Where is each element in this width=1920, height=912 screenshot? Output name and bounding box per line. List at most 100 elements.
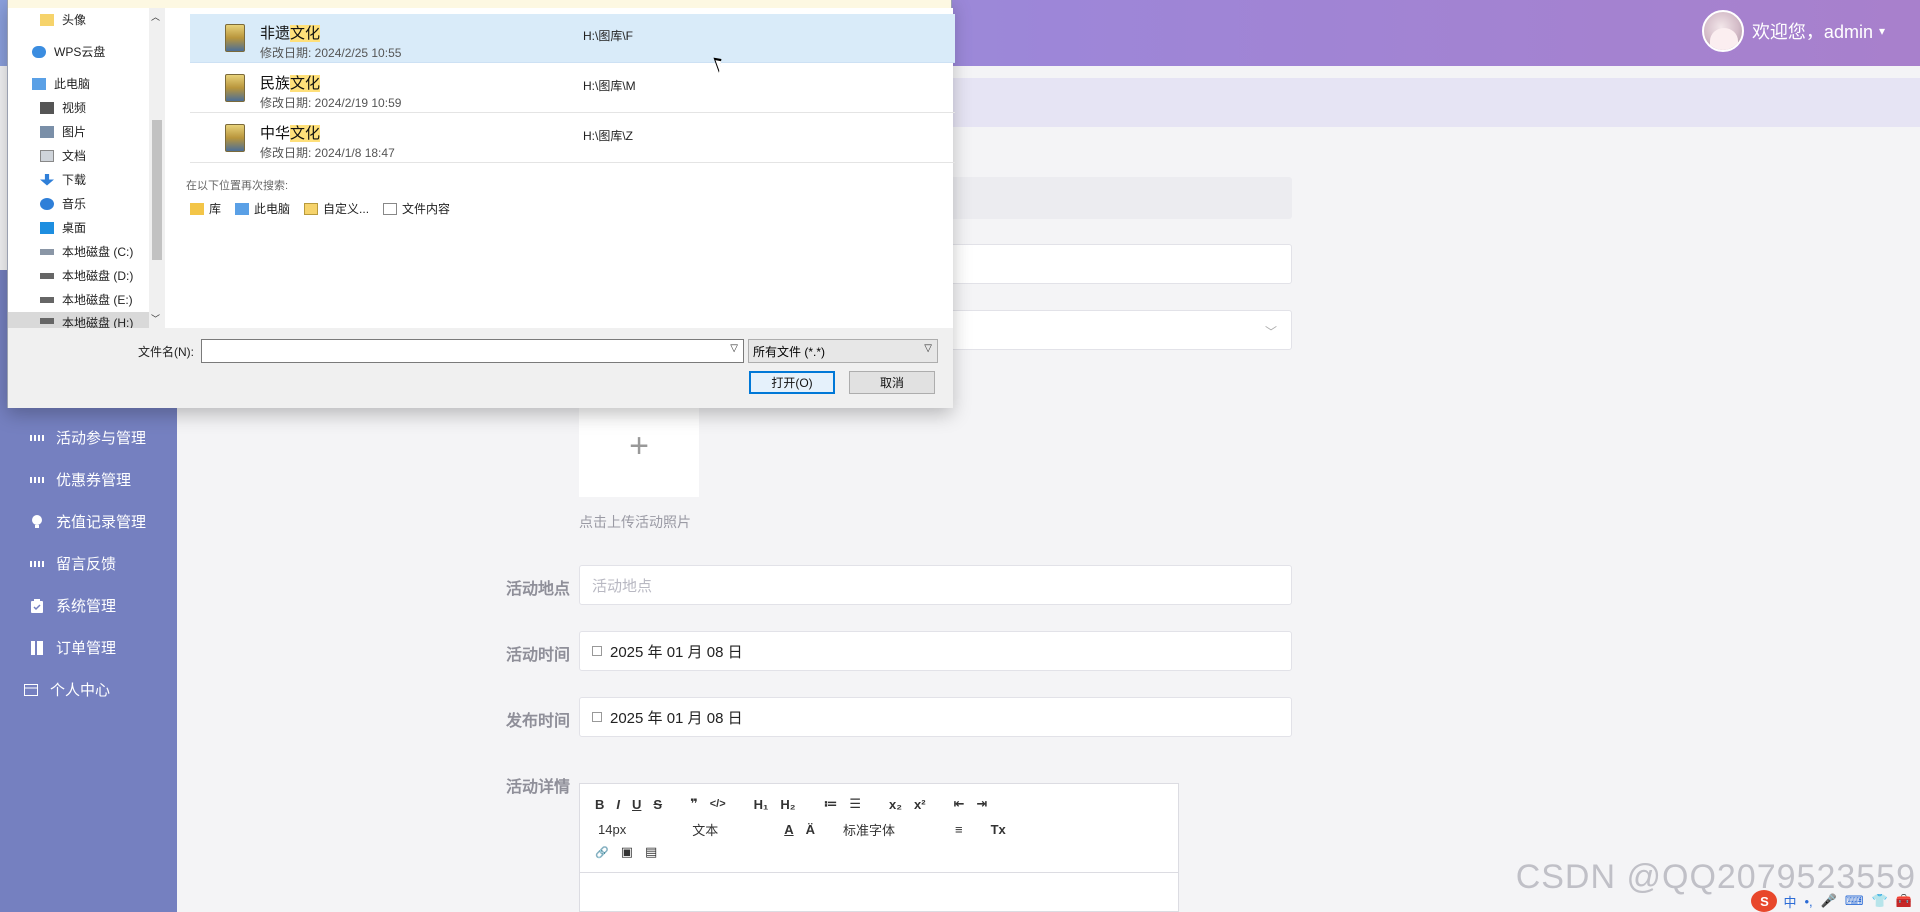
chevron-down-icon[interactable]: ▽	[730, 343, 738, 354]
location-input[interactable]: 活动地点	[579, 565, 1292, 605]
result-name: 民族文化	[260, 75, 321, 92]
nav-item-documents[interactable]: 文档	[40, 147, 86, 164]
nav-item-label: 下载	[62, 173, 87, 187]
result-path: H:\图库\Z	[583, 129, 633, 143]
filename-input[interactable]: ▽	[201, 339, 744, 363]
font-color-button[interactable]: A	[784, 822, 793, 837]
sidebar-item-activity-participation[interactable]: 活动参与管理	[30, 427, 146, 448]
upload-photo-button[interactable]: +	[579, 395, 699, 497]
code-button[interactable]: </>	[710, 798, 726, 810]
editor-toolbar-row1: B I U S ❞ </> H₁ H₂ ≔ ☰ x₂ x² ⇤ ⇥	[595, 796, 999, 812]
nav-item-this-pc[interactable]: 此电脑	[32, 75, 90, 92]
underline-button[interactable]: U	[632, 797, 641, 812]
text-style-select[interactable]: 文本	[692, 820, 718, 839]
sidebar-item-label: 留言反馈	[56, 556, 117, 573]
nav-item-music[interactable]: 音乐	[40, 195, 86, 212]
ime-mode[interactable]: 中	[1783, 892, 1796, 911]
font-size-select[interactable]: 14px	[598, 822, 626, 837]
microphone-icon[interactable]: 🎤	[1821, 893, 1837, 909]
quote-button[interactable]: ❞	[690, 796, 698, 812]
open-button[interactable]: 打开(O)	[749, 371, 835, 394]
desktop-icon	[40, 221, 54, 234]
scroll-down-icon[interactable]: ﹀	[151, 312, 160, 325]
image-icon[interactable]: ▣	[621, 844, 633, 860]
link-icon[interactable]: 🔗	[595, 846, 609, 859]
sidebar-item-feedback[interactable]: 留言反馈	[30, 553, 116, 574]
sogou-ime-icon[interactable]: S	[1751, 890, 1778, 912]
publish-time-input[interactable]: 2025 年 01 月 08 日	[579, 697, 1292, 737]
keyboard-icon[interactable]: ⌨	[1845, 893, 1864, 909]
h2-button[interactable]: H₂	[780, 797, 795, 812]
font-family-select[interactable]: 标准字体	[843, 820, 895, 839]
welcome-text: 欢迎您，admin	[1751, 22, 1873, 42]
nav-item-drive-d[interactable]: 本地磁盘 (D:)	[40, 267, 133, 284]
nav-scrollbar[interactable]: ︿ ﹀	[149, 8, 165, 328]
drive-icon	[40, 296, 54, 303]
document-icon	[40, 149, 54, 162]
superscript-button[interactable]: x²	[914, 797, 926, 812]
id-card-icon	[24, 683, 38, 697]
subscript-button[interactable]: x₂	[889, 797, 902, 812]
search-location-custom[interactable]: 自定义...	[304, 200, 369, 217]
nav-item-drive-c[interactable]: 本地磁盘 (C:)	[40, 243, 133, 260]
rich-text-editor: B I U S ❞ </> H₁ H₂ ≔ ☰ x₂ x² ⇤ ⇥ 14px 文…	[579, 783, 1179, 912]
activity-time-input[interactable]: 2025 年 01 月 08 日	[579, 631, 1292, 671]
search-location-file-contents[interactable]: 文件内容	[383, 200, 450, 217]
result-row[interactable]: 非遗文化 修改日期: 2024/2/25 10:55 H:\图库\F	[190, 14, 955, 63]
nav-item-downloads[interactable]: 下载	[40, 171, 86, 188]
details-label: 活动详情	[505, 779, 570, 796]
result-date: 修改日期: 2024/2/19 10:59	[260, 96, 402, 110]
clear-format-button[interactable]: Tx	[991, 822, 1006, 837]
result-date: 修改日期: 2024/2/25 10:55	[260, 46, 402, 60]
strike-button[interactable]: S	[653, 797, 662, 812]
toolbox-icon[interactable]: 🧰	[1896, 893, 1912, 909]
bullet-list-button[interactable]: ☰	[849, 796, 861, 812]
background-color-button[interactable]: Ä	[806, 822, 815, 837]
filetype-select[interactable]: 所有文件 (*.*) ▽	[748, 339, 938, 363]
sidebar-item-label: 个人中心	[50, 682, 111, 699]
italic-button[interactable]: I	[616, 797, 620, 812]
chevron-down-icon[interactable]: ▾	[1879, 24, 1885, 38]
avatar[interactable]	[1701, 10, 1744, 52]
nav-item-wps-cloud[interactable]: WPS云盘	[32, 43, 105, 60]
sidebar-item-profile[interactable]: 个人中心	[24, 679, 110, 700]
sidebar-item-recharge-records[interactable]: 充值记录管理	[30, 511, 146, 532]
sidebar-item-orders[interactable]: 订单管理	[30, 637, 116, 658]
nav-item-drive-h[interactable]: 本地磁盘 (H:)	[8, 312, 149, 328]
video-icon[interactable]: ▤	[645, 844, 657, 860]
scroll-up-icon[interactable]: ︿	[151, 10, 160, 23]
cancel-button[interactable]: 取消	[849, 371, 935, 394]
bold-button[interactable]: B	[595, 797, 604, 812]
sidebar-item-coupons[interactable]: 优惠券管理	[30, 469, 131, 490]
result-name: 中华文化	[260, 125, 321, 142]
align-button[interactable]: ≡	[955, 822, 963, 837]
ordered-list-button[interactable]: ≔	[824, 796, 838, 812]
grid-icon	[30, 557, 44, 571]
nav-item-label: 文档	[62, 149, 87, 163]
h1-button[interactable]: H₁	[754, 797, 769, 812]
nav-item-label: 本地磁盘 (E:)	[62, 293, 133, 307]
user-menu[interactable]: 欢迎您，admin ▾	[1701, 10, 1885, 52]
nav-item-drive-e[interactable]: 本地磁盘 (E:)	[40, 291, 133, 308]
nav-item-desktop[interactable]: 桌面	[40, 219, 86, 236]
indent-button[interactable]: ⇥	[977, 796, 988, 812]
search-location-this-pc[interactable]: 此电脑	[235, 200, 290, 217]
nav-item-label: 本地磁盘 (C:)	[62, 245, 134, 259]
search-again-label: 在以下位置再次搜索:	[186, 180, 289, 192]
sidebar-item-system[interactable]: 系统管理	[30, 595, 116, 616]
nav-item-label: 头像	[62, 13, 87, 27]
publish-time-value: 2025 年 01 月 08 日	[610, 709, 743, 727]
nav-item-pictures[interactable]: 图片	[40, 123, 86, 140]
nav-item-label: 桌面	[62, 221, 87, 235]
dialog-footer: 文件名(N): ▽ 所有文件 (*.*) ▽ 打开(O) 取消	[8, 328, 953, 408]
result-row[interactable]: 中华文化 修改日期: 2024/1/8 18:47 H:\图库\Z	[190, 114, 955, 163]
outdent-button[interactable]: ⇤	[954, 796, 965, 812]
punctuation-icon[interactable]: •,	[1805, 894, 1813, 909]
result-path: H:\图库\M	[583, 79, 636, 93]
skin-icon[interactable]: 👕	[1872, 893, 1888, 909]
search-location-library[interactable]: 库	[190, 200, 221, 217]
nav-item-avatar[interactable]: 头像	[40, 11, 86, 28]
scroll-thumb[interactable]	[152, 120, 162, 260]
nav-item-videos[interactable]: 视频	[40, 99, 86, 116]
result-row[interactable]: 民族文化 修改日期: 2024/2/19 10:59 H:\图库\M	[190, 64, 955, 113]
